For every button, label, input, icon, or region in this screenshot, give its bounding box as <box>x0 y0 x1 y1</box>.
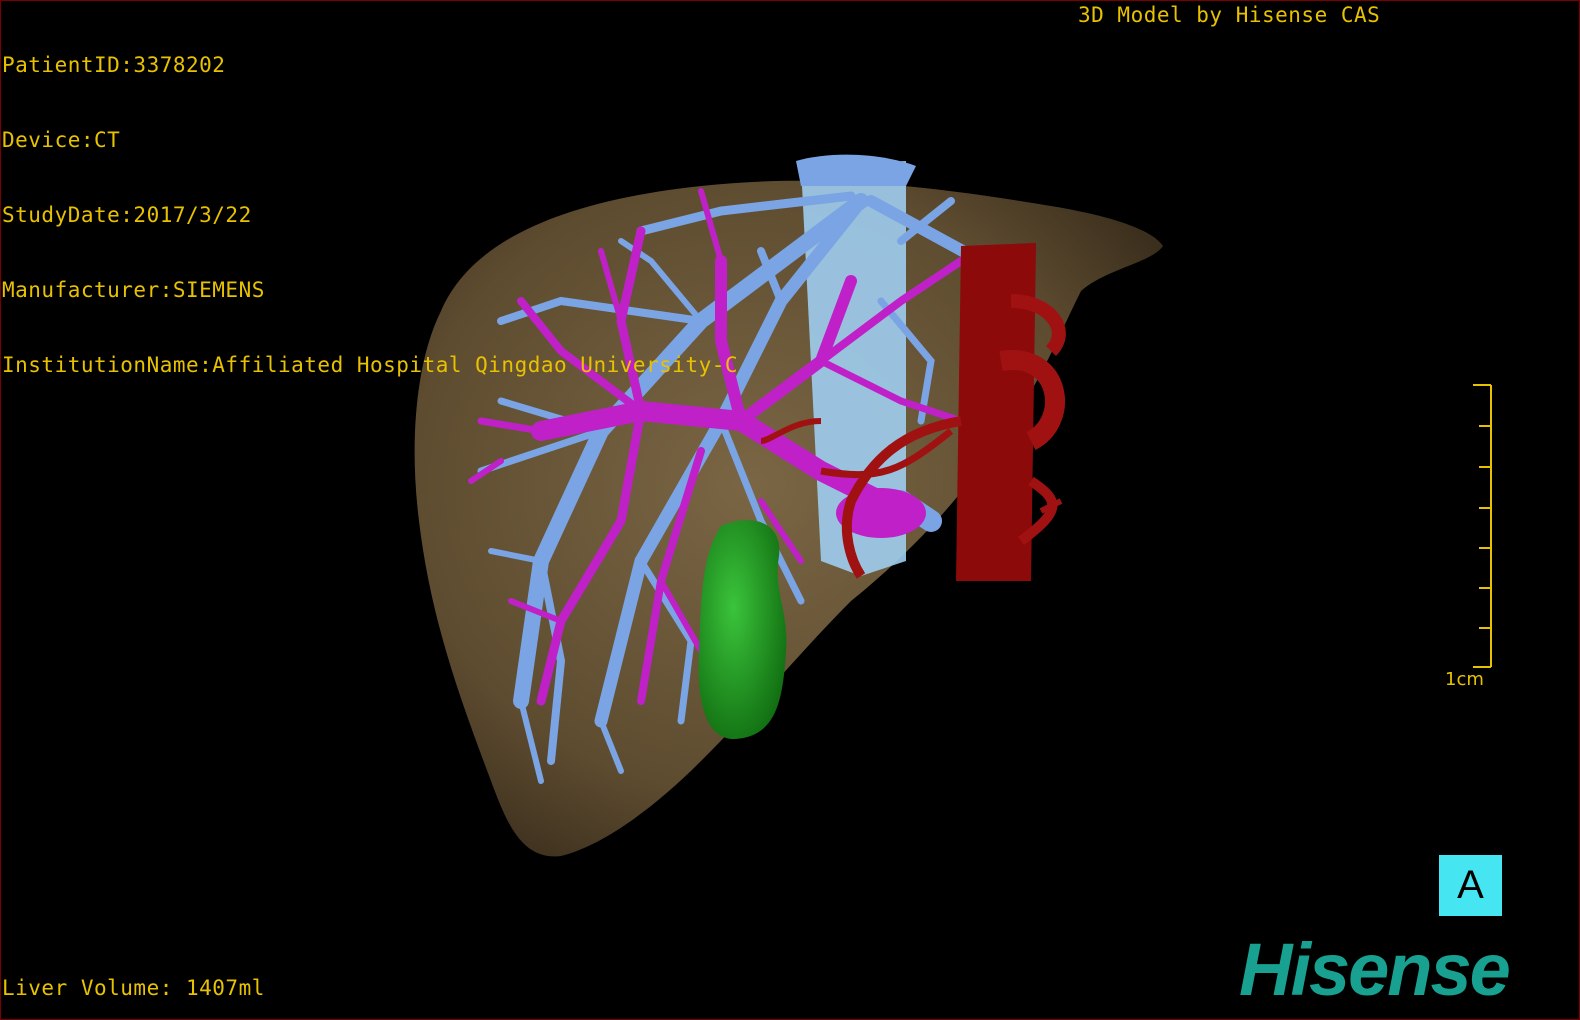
scale-bar-label: 1cm <box>1445 669 1484 690</box>
model-credit-text: 3D Model by Hisense CAS <box>1078 3 1381 27</box>
device-text: Device:CT <box>2 128 121 152</box>
hisense-logo: Hisense <box>1239 928 1511 1011</box>
3d-model-viewport[interactable]: PatientID:3378202 Device:CT StudyDate:20… <box>0 0 1580 1020</box>
institution-text: InstitutionName:Affiliated Hospital Qing… <box>2 353 739 377</box>
liver-volume-text: Liver Volume: 1407ml <box>2 976 265 1000</box>
orientation-marker: A <box>1439 855 1502 916</box>
ivc-top <box>796 154 916 186</box>
dicom-info-overlay: PatientID:3378202 Device:CT StudyDate:20… <box>2 3 738 428</box>
gallbladder <box>698 520 787 740</box>
study-date-text: StudyDate:2017/3/22 <box>2 203 252 227</box>
patient-id-text: PatientID:3378202 <box>2 53 226 77</box>
manufacturer-text: Manufacturer:SIEMENS <box>2 278 265 302</box>
scale-bar <box>1473 384 1492 668</box>
